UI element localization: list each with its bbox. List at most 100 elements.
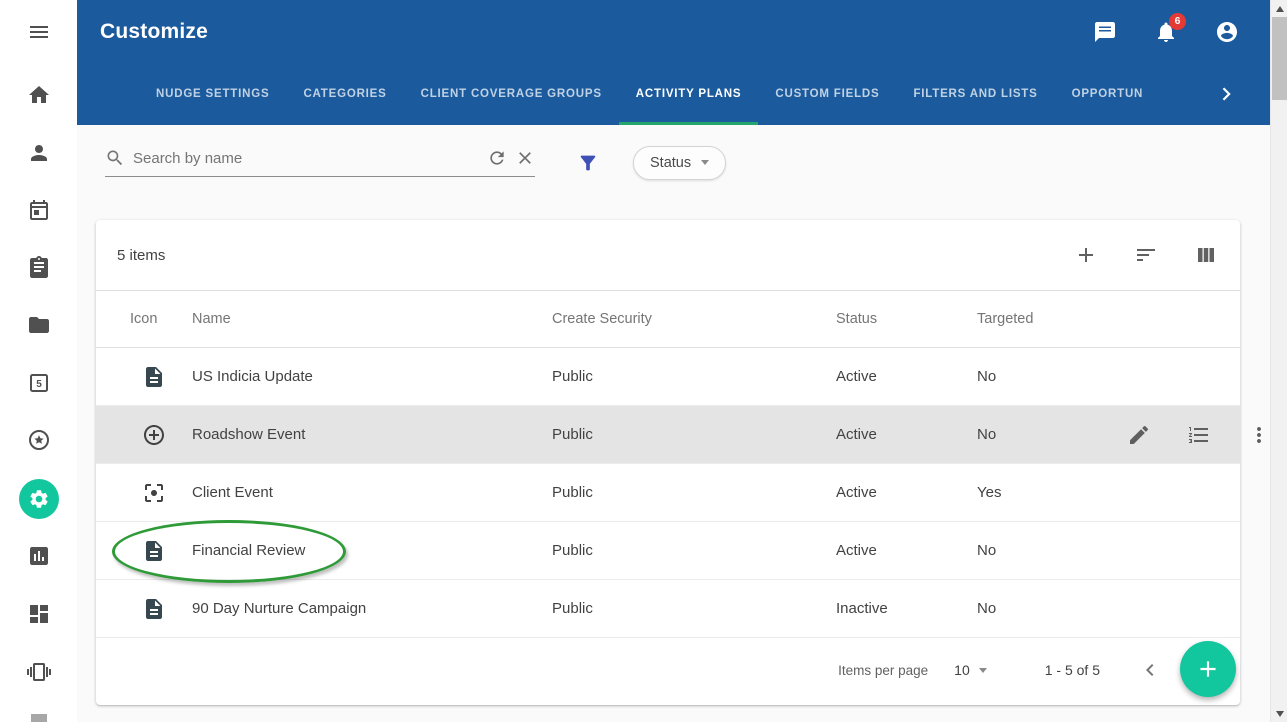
search-box (105, 148, 535, 177)
items-per-page-label: Items per page (838, 663, 928, 678)
document-icon (142, 539, 166, 563)
main-area: Customize 6 NUDGE SETTINGS CATEGORIES CL… (77, 0, 1270, 722)
status-filter-chip[interactable]: Status (633, 146, 726, 180)
columns-icon[interactable] (1194, 243, 1218, 267)
avatar[interactable] (1215, 20, 1239, 44)
row-name: Financial Review (192, 542, 552, 559)
chevron-down-icon (979, 668, 987, 673)
target-icon (142, 481, 166, 505)
scroll-up-icon[interactable] (1271, 0, 1287, 17)
col-create-security[interactable]: Create Security (552, 311, 836, 327)
table-row[interactable]: Financial Review Public Active No (96, 522, 1240, 580)
tab-client-coverage-groups[interactable]: CLIENT COVERAGE GROUPS (404, 63, 619, 125)
row-name: Client Event (192, 484, 552, 501)
row-security: Public (552, 368, 836, 385)
tab-nudge-settings[interactable]: NUDGE SETTINGS (139, 63, 286, 125)
row-targeted: Yes (977, 484, 1127, 501)
filter-icon[interactable] (577, 152, 599, 174)
page-title: Customize (100, 20, 208, 44)
row-name: 90 Day Nurture Campaign (192, 600, 552, 617)
row-actions (1127, 423, 1287, 447)
items-per-page-select[interactable]: 10 (954, 662, 987, 678)
tasks-icon[interactable] (27, 255, 51, 279)
profile-icon[interactable] (27, 141, 51, 165)
row-name: Roadshow Event (192, 426, 552, 443)
add-activity-plan-fab[interactable] (1180, 641, 1236, 697)
refresh-icon[interactable] (487, 148, 507, 168)
forms-5-icon[interactable]: 5 (27, 371, 51, 395)
files-icon[interactable] (27, 313, 51, 337)
table-row[interactable]: US Indicia Update Public Active No (96, 348, 1240, 406)
card-toolbar: 5 items (96, 220, 1240, 290)
reports-icon[interactable] (27, 544, 51, 568)
app-sidebar: 5 (0, 0, 77, 722)
table-footer: Items per page 10 1 - 5 of 5 (96, 638, 1240, 702)
chevron-down-icon (701, 160, 709, 165)
table-row[interactable]: 90 Day Nurture Campaign Public Inactive … (96, 580, 1240, 638)
search-input[interactable] (133, 150, 479, 167)
plus-circle-icon (142, 423, 166, 447)
row-targeted: No (977, 426, 1127, 443)
home-icon[interactable] (27, 83, 51, 107)
row-targeted: No (977, 368, 1127, 385)
scroll-down-icon[interactable] (1271, 705, 1287, 722)
mobile-icon[interactable] (27, 660, 51, 684)
tab-activity-plans[interactable]: ACTIVITY PLANS (619, 63, 759, 125)
row-status: Inactive (836, 600, 977, 617)
activity-plans-card: 5 items Icon Name Create Security S (96, 220, 1240, 705)
row-security: Public (552, 426, 836, 443)
row-status: Active (836, 484, 977, 501)
vertical-scrollbar[interactable] (1270, 0, 1287, 722)
tab-filters-and-lists[interactable]: FILTERS AND LISTS (896, 63, 1054, 125)
chat-icon[interactable] (1093, 20, 1117, 44)
tabs-scroll-right-icon[interactable] (1214, 63, 1270, 125)
row-security: Public (552, 600, 836, 617)
sort-icon[interactable] (1134, 243, 1158, 267)
calendar-icon[interactable] (27, 198, 51, 222)
col-targeted[interactable]: Targeted (977, 311, 1127, 327)
search-filter-row: Status (77, 125, 1270, 200)
row-targeted: No (977, 542, 1127, 559)
content-area: Status 5 items (77, 125, 1270, 722)
row-security: Public (552, 484, 836, 501)
document-icon (142, 365, 166, 389)
previous-page-icon[interactable] (1138, 658, 1162, 682)
col-name[interactable]: Name (192, 311, 552, 327)
table-row[interactable]: Client Event Public Active Yes (96, 464, 1240, 522)
col-status[interactable]: Status (836, 311, 977, 327)
tab-categories[interactable]: CATEGORIES (286, 63, 403, 125)
table-header-row: Icon Name Create Security Status Targete… (96, 290, 1240, 348)
row-security: Public (552, 542, 836, 559)
search-icon (105, 148, 125, 168)
more-nav-icon[interactable] (27, 710, 51, 722)
add-icon[interactable] (1074, 243, 1098, 267)
table-row[interactable]: Roadshow Event Public Active No (96, 406, 1240, 464)
document-icon (142, 597, 166, 621)
items-count: 5 items (117, 247, 165, 264)
tab-custom-fields[interactable]: CUSTOM FIELDS (758, 63, 896, 125)
row-status: Active (836, 542, 977, 559)
more-vert-icon[interactable] (1247, 423, 1271, 447)
pagination-range: 1 - 5 of 5 (1045, 662, 1100, 678)
customize-screen: 5 Customize 6 (0, 0, 1287, 722)
favorites-icon[interactable] (27, 428, 51, 452)
scrollbar-thumb[interactable] (1272, 17, 1287, 100)
menu-icon[interactable] (27, 20, 51, 44)
row-status: Active (836, 426, 977, 443)
dashboard-icon[interactable] (27, 602, 51, 626)
numbered-list-icon[interactable] (1187, 423, 1211, 447)
customize-tabs: NUDGE SETTINGS CATEGORIES CLIENT COVERAG… (77, 63, 1270, 125)
svg-text:5: 5 (36, 379, 42, 390)
settings-icon[interactable] (19, 479, 59, 519)
row-name: US Indicia Update (192, 368, 552, 385)
col-icon: Icon (130, 311, 192, 327)
notification-badge: 6 (1169, 13, 1186, 30)
top-header: Customize 6 (77, 0, 1270, 63)
status-filter-label: Status (650, 155, 691, 171)
edit-icon[interactable] (1127, 423, 1151, 447)
clear-search-icon[interactable] (515, 148, 535, 168)
row-status: Active (836, 368, 977, 385)
notifications-bell-icon[interactable]: 6 (1154, 20, 1178, 44)
row-targeted: No (977, 600, 1127, 617)
tab-opportunities[interactable]: OPPORTUN (1055, 63, 1161, 125)
